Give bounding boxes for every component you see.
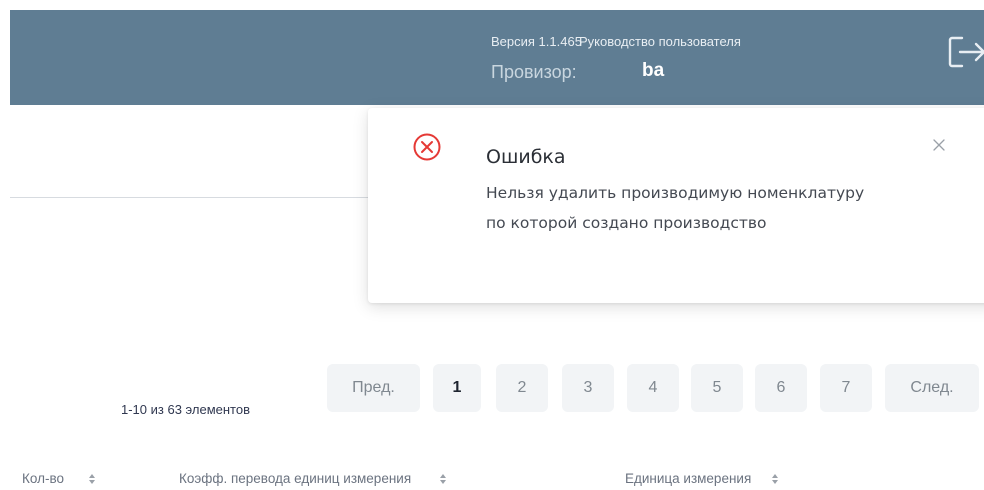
page-button-4[interactable]: 4 xyxy=(627,364,679,412)
notification-message: Нельзя удалить производимую номенклатуру… xyxy=(486,184,865,232)
page-button-5[interactable]: 5 xyxy=(691,364,743,412)
next-page-button[interactable]: След. xyxy=(885,364,979,412)
sort-icon[interactable] xyxy=(439,472,447,486)
role-label: Провизор: xyxy=(491,62,577,82)
version-label: Версия 1.1.465 xyxy=(491,34,582,49)
page-button-7[interactable]: 7 xyxy=(820,364,872,412)
prev-page-button[interactable]: Пред. xyxy=(327,364,420,412)
error-circle-icon xyxy=(412,132,442,162)
pagination-info: 1-10 из 63 элементов xyxy=(121,402,250,417)
column-label: Коэфф. перевода единиц измерения xyxy=(179,471,412,486)
column-header-unit[interactable]: Единица измерения xyxy=(625,471,779,486)
error-notification: Ошибка Нельзя удалить производимую номен… xyxy=(368,108,984,303)
sort-icon[interactable] xyxy=(88,472,96,486)
column-label: Кол-во xyxy=(22,471,64,486)
content-divider xyxy=(10,197,370,198)
user-name: ba xyxy=(642,60,665,81)
column-label: Единица измерения xyxy=(625,471,752,486)
logout-icon[interactable] xyxy=(948,35,984,69)
page-button-6[interactable]: 6 xyxy=(755,364,807,412)
page-button-3[interactable]: 3 xyxy=(562,364,614,412)
notification-title: Ошибка xyxy=(486,146,566,168)
user-guide-link[interactable]: Руководство пользователя xyxy=(579,34,741,49)
close-icon[interactable] xyxy=(932,138,946,152)
app-header: Версия 1.1.465 Руководство пользователя … xyxy=(10,10,984,105)
column-header-quantity[interactable]: Кол-во xyxy=(22,471,96,486)
page-button-2[interactable]: 2 xyxy=(496,364,548,412)
column-header-conversion-factor[interactable]: Коэфф. перевода единиц измерения xyxy=(179,471,447,486)
sort-icon[interactable] xyxy=(771,472,779,486)
page-button-1[interactable]: 1 xyxy=(433,364,481,412)
